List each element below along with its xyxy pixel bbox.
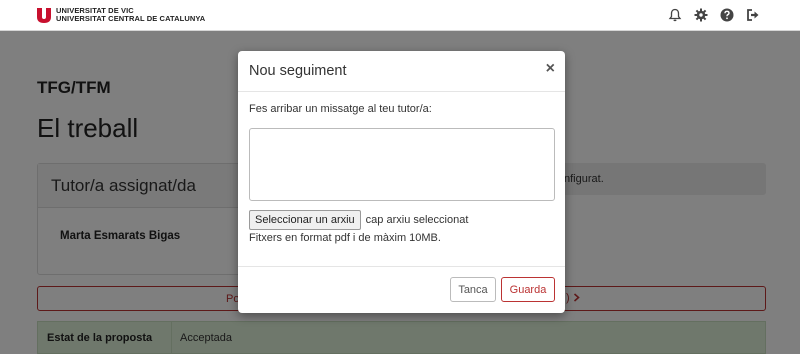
top-navbar: UNIVERSITAT DE VIC UNIVERSITAT CENTRAL D… [0, 0, 800, 31]
brand-line-2: UNIVERSITAT CENTRAL DE CATALUNYA [56, 14, 206, 23]
save-button[interactable]: Guarda [501, 277, 555, 302]
close-icon[interactable]: × [546, 61, 555, 77]
new-follow-up-modal: Nou seguiment × Fes arribar un missatge … [238, 51, 565, 313]
modal-header: Nou seguiment × [238, 51, 565, 92]
file-status: cap arxiu seleccionat [365, 214, 469, 226]
modal-body: Fes arribar un missatge al teu tutor/a: … [238, 92, 565, 267]
bell-icon[interactable] [668, 8, 682, 22]
university-logo[interactable] [36, 7, 52, 23]
top-icons [668, 8, 760, 22]
logout-icon[interactable] [746, 8, 760, 22]
file-hint: Fitxers en format pdf i de màxim 10MB. [249, 232, 441, 244]
message-textarea[interactable] [249, 128, 555, 201]
modal-footer: Tanca Guarda [238, 267, 565, 313]
message-prompt: Fes arribar un missatge al teu tutor/a: [249, 103, 432, 115]
modal-title: Nou seguiment [249, 63, 347, 79]
gear-icon[interactable] [694, 8, 708, 22]
brand-text: UNIVERSITAT DE VIC UNIVERSITAT CENTRAL D… [56, 7, 205, 23]
help-icon[interactable] [720, 8, 734, 22]
select-file-button[interactable]: Seleccionar un arxiu [249, 210, 361, 230]
cancel-button[interactable]: Tanca [450, 277, 496, 302]
file-row: Seleccionar un arxiu cap arxiu seleccion… [249, 210, 468, 230]
